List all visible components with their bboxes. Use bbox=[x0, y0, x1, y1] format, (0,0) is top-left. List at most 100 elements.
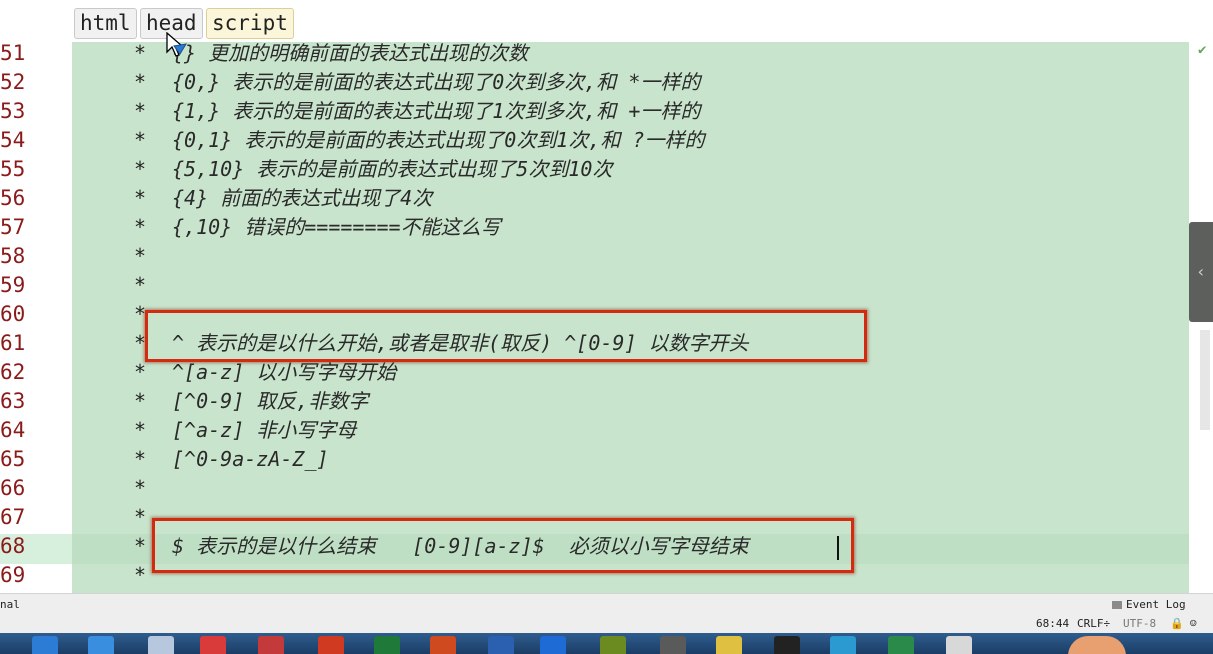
bulb-app-icon[interactable] bbox=[716, 636, 742, 654]
comment-star: * bbox=[134, 215, 147, 239]
inspector-icon[interactable]: ☺ bbox=[1190, 615, 1197, 633]
line-number: 55 bbox=[0, 157, 26, 181]
code-line[interactable]: 54 * {0,1} 表示的是前面的表达式出现了0次到1次,和 ?一样的 bbox=[0, 126, 1189, 155]
line-number: 56 bbox=[0, 186, 26, 210]
breadcrumb-script[interactable]: script bbox=[206, 8, 294, 39]
cat-mascot-icon bbox=[1068, 636, 1126, 654]
green-app-icon[interactable] bbox=[888, 636, 914, 654]
text-app-icon[interactable] bbox=[148, 636, 174, 654]
comment-star: * bbox=[134, 389, 147, 413]
tool-window-bar: nal Event Log bbox=[0, 593, 1213, 615]
line-number: 67 bbox=[0, 505, 26, 529]
code-line[interactable]: 66 * bbox=[0, 474, 1189, 503]
line-number: 51 bbox=[0, 42, 26, 65]
comment-text: {} 更加的明确前面的表达式出现的次数 bbox=[172, 42, 529, 65]
line-number: 66 bbox=[0, 476, 26, 500]
comment-text: [^a-z] 非小写字母 bbox=[172, 418, 357, 442]
qq-icon[interactable] bbox=[774, 636, 800, 654]
breadcrumb-html[interactable]: html bbox=[74, 8, 137, 39]
sublime-icon[interactable] bbox=[660, 636, 686, 654]
excel-icon[interactable] bbox=[374, 636, 400, 654]
comment-text: [^0-9a-zA-Z_] bbox=[172, 447, 329, 471]
comment-text: {1,} 表示的是前面的表达式出现了1次到多次,和 +一样的 bbox=[172, 99, 701, 123]
code-line[interactable]: 55 * {5,10} 表示的是前面的表达式出现了5次到10次 bbox=[0, 155, 1189, 184]
code-line[interactable]: 52 * {0,} 表示的是前面的表达式出现了0次到多次,和 *一样的 bbox=[0, 68, 1189, 97]
scroll-thumb[interactable] bbox=[1200, 330, 1210, 430]
red-app-icon[interactable] bbox=[200, 636, 226, 654]
code-line[interactable]: 53 * {1,} 表示的是前面的表达式出现了1次到多次,和 +一样的 bbox=[0, 97, 1189, 126]
flash-icon[interactable] bbox=[318, 636, 344, 654]
comment-text: {5,10} 表示的是前面的表达式出现了5次到10次 bbox=[172, 157, 613, 181]
comment-star: * bbox=[134, 186, 147, 210]
side-panel-handle[interactable]: ‹ bbox=[1189, 222, 1213, 322]
comment-star: * bbox=[134, 476, 147, 500]
webstorm-icon[interactable] bbox=[540, 636, 566, 654]
line-number: 52 bbox=[0, 70, 26, 94]
fireworks-icon[interactable] bbox=[600, 636, 626, 654]
comment-star: * bbox=[134, 128, 147, 152]
line-number: 64 bbox=[0, 418, 26, 442]
annotation-box-caret bbox=[145, 310, 867, 362]
code-editor[interactable]: 51 * {} 更加的明确前面的表达式出现的次数 52 * {0,} 表示的是前面的表达式… bbox=[0, 42, 1213, 593]
comment-text: {4} 前面的表达式出现了4次 bbox=[172, 186, 433, 210]
status-left-text: nal bbox=[0, 598, 20, 611]
comment-star: * bbox=[134, 418, 147, 442]
comment-star: * bbox=[134, 360, 147, 384]
comment-text: {,10} 错误的========不能这么写 bbox=[172, 215, 501, 239]
code-line[interactable]: 64 * [^a-z] 非小写字母 bbox=[0, 416, 1189, 445]
media-app-icon[interactable] bbox=[830, 636, 856, 654]
comment-text: {0,1} 表示的是前面的表达式出现了0次到1次,和 ?一样的 bbox=[172, 128, 705, 152]
code-line[interactable]: 56 * {4} 前面的表达式出现了4次 bbox=[0, 184, 1189, 213]
code-line[interactable]: 62 * ^[a-z] 以小写字母开始 bbox=[0, 358, 1189, 387]
comment-star: * bbox=[134, 505, 147, 529]
comment-star: * bbox=[134, 563, 147, 587]
w3c-icon[interactable] bbox=[258, 636, 284, 654]
comment-star: * bbox=[134, 273, 147, 297]
line-number: 53 bbox=[0, 99, 26, 123]
line-number: 69 bbox=[0, 563, 26, 587]
word-icon[interactable] bbox=[488, 636, 514, 654]
comment-text: {0,} 表示的是前面的表达式出现了0次到多次,和 *一样的 bbox=[172, 70, 701, 94]
line-number: 62 bbox=[0, 360, 26, 384]
line-number: 65 bbox=[0, 447, 26, 471]
line-number: 57 bbox=[0, 215, 26, 239]
line-number: 68 bbox=[0, 534, 26, 558]
line-number: 61 bbox=[0, 331, 26, 355]
comment-star: * bbox=[134, 157, 147, 181]
text-cursor bbox=[837, 536, 839, 560]
code-line[interactable]: 65 * [^0-9a-zA-Z_] bbox=[0, 445, 1189, 474]
event-log-label: Event Log bbox=[1126, 598, 1186, 611]
comment-star: * bbox=[134, 70, 147, 94]
line-number: 63 bbox=[0, 389, 26, 413]
comment-star: * bbox=[134, 534, 147, 558]
code-line[interactable]: 57 * {,10} 错误的========不能这么写 bbox=[0, 213, 1189, 242]
comment-text: [^0-9] 取反,非数字 bbox=[172, 389, 369, 413]
code-line[interactable]: 63 * [^0-9] 取反,非数字 bbox=[0, 387, 1189, 416]
line-number: 59 bbox=[0, 273, 26, 297]
file-encoding[interactable]: UTF-8 bbox=[1123, 615, 1156, 633]
os-taskbar bbox=[0, 633, 1213, 654]
code-line[interactable]: 59 * bbox=[0, 271, 1189, 300]
comment-star: * bbox=[134, 447, 147, 471]
powerpoint-icon[interactable] bbox=[430, 636, 456, 654]
code-line[interactable]: 58 * bbox=[0, 242, 1189, 271]
comment-star: * bbox=[134, 99, 147, 123]
inspection-ok-icon: ✔ bbox=[1198, 42, 1207, 58]
lock-icon[interactable]: 🔒 bbox=[1170, 615, 1184, 633]
event-log-icon bbox=[1112, 601, 1122, 609]
line-number: 58 bbox=[0, 244, 26, 268]
window-app-icon[interactable] bbox=[946, 636, 972, 654]
event-log-button[interactable]: Event Log bbox=[1112, 594, 1186, 616]
line-separator[interactable]: CRLF÷ bbox=[1077, 615, 1110, 633]
annotation-box-dollar bbox=[152, 518, 854, 573]
comment-text: ^[a-z] 以小写字母开始 bbox=[172, 360, 397, 384]
comment-star: * bbox=[134, 244, 147, 268]
status-bar: 68:44 CRLF÷ UTF-8 🔒 ☺ bbox=[0, 615, 1213, 633]
plane-app-icon[interactable] bbox=[88, 636, 114, 654]
ie-icon[interactable] bbox=[32, 636, 58, 654]
cursor-position[interactable]: 68:44 bbox=[1036, 615, 1069, 633]
comment-star: * bbox=[134, 42, 147, 65]
mouse-pointer-icon bbox=[166, 31, 190, 64]
line-number: 60 bbox=[0, 302, 26, 326]
line-number: 54 bbox=[0, 128, 26, 152]
